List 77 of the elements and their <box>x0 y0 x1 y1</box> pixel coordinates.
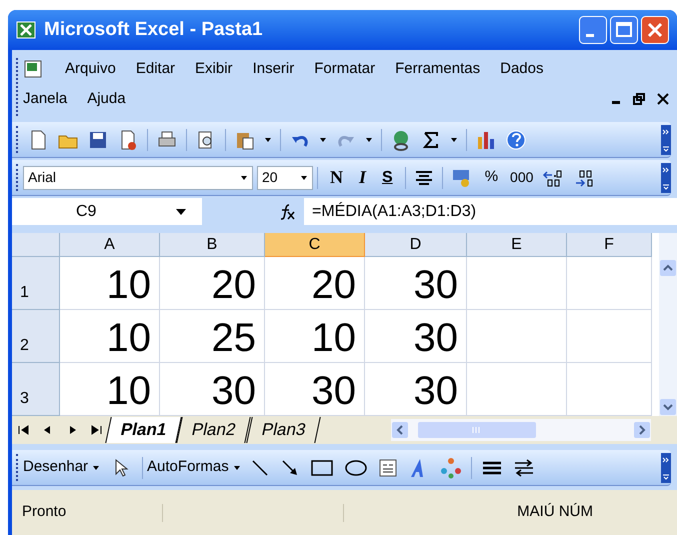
bold-button[interactable]: N <box>330 164 343 191</box>
column-header[interactable]: E <box>467 233 567 257</box>
table-cell: 10 <box>265 310 365 363</box>
diagram-icon[interactable] <box>440 456 462 478</box>
dropdown-arrow-icon[interactable] <box>319 136 327 142</box>
menu-item[interactable]: Dados <box>500 58 544 80</box>
arrow-style-icon[interactable] <box>512 458 535 478</box>
table-cell: 10 <box>60 257 160 310</box>
dropdown-arrow-icon[interactable] <box>264 136 272 142</box>
row-header[interactable]: 1 <box>12 257 60 310</box>
toolbar-options-icon[interactable] <box>661 125 671 155</box>
status-indicators: MAIÚ NÚM <box>517 502 593 522</box>
underline-button[interactable]: S <box>382 166 393 190</box>
function-icon[interactable] <box>278 202 296 220</box>
table-cell: 30 <box>365 310 467 363</box>
dropdown-arrow-icon[interactable] <box>240 174 248 180</box>
column-header[interactable]: D <box>365 233 467 257</box>
percent-button[interactable]: % <box>484 166 498 189</box>
column-header[interactable]: B <box>160 233 265 257</box>
vertical-scrollbar[interactable] <box>659 233 677 416</box>
dropdown-arrow-icon[interactable] <box>300 174 308 180</box>
toolbar-options-icon[interactable] <box>661 163 671 193</box>
dropdown-arrow-icon[interactable] <box>176 208 186 214</box>
oval-icon[interactable] <box>344 458 368 478</box>
restore-icon[interactable] <box>633 93 645 105</box>
italic-button[interactable]: I <box>359 164 366 191</box>
sheet-tab[interactable]: Plan2 <box>176 417 252 443</box>
dropdown-arrow-icon[interactable] <box>232 464 241 470</box>
status-message: Pronto <box>21 502 68 522</box>
draw-menu[interactable]: Desenhar <box>23 456 104 479</box>
first-sheet-icon[interactable] <box>17 423 31 437</box>
scroll-up-icon[interactable] <box>659 259 677 277</box>
menu-item[interactable]: Ajuda <box>87 88 126 110</box>
toolbar-options-icon[interactable] <box>661 453 671 483</box>
font-field[interactable]: Arial <box>23 166 253 190</box>
dropdown-arrow-icon[interactable] <box>450 136 458 142</box>
row-header[interactable]: 3 <box>12 363 60 416</box>
sheet-tab[interactable]: Plan3 <box>246 417 322 443</box>
arrow-icon[interactable] <box>280 458 300 478</box>
last-sheet-icon[interactable] <box>89 423 103 437</box>
menu-item[interactable]: Arquivo <box>65 58 116 80</box>
spreadsheet-icon <box>16 21 36 39</box>
table-cell: 30 <box>365 257 467 310</box>
formula-field[interactable]: =MÉDIA(A1:A3;D1:D3) <box>304 198 677 225</box>
scroll-right-icon[interactable] <box>633 421 651 439</box>
sheet-tab[interactable]: Plan1 <box>105 417 182 443</box>
table-cell: 20 <box>160 257 265 310</box>
close-icon[interactable] <box>657 93 669 105</box>
rectangle-icon[interactable] <box>310 458 334 478</box>
horizontal-scrollbar[interactable] <box>391 419 651 441</box>
menu-item[interactable]: Formatar <box>314 58 376 80</box>
table-cell: 25 <box>160 310 265 363</box>
row-header[interactable]: 2 <box>12 310 60 363</box>
name-box[interactable]: C9 <box>12 198 202 225</box>
menu-item[interactable]: Ferramentas <box>395 58 480 80</box>
column-header[interactable]: F <box>567 233 652 257</box>
maximize-icon[interactable] <box>610 16 638 44</box>
column-header[interactable]: A <box>60 233 160 257</box>
help-icon[interactable] <box>505 128 527 150</box>
autoshapes-menu[interactable]: AutoFormas <box>147 456 245 479</box>
column-header[interactable]: C <box>265 233 365 257</box>
table-cell: 10 <box>60 310 160 363</box>
dropdown-arrow-icon[interactable] <box>92 464 100 470</box>
font-size-field[interactable]: 20 <box>257 166 313 190</box>
table-cell: 20 <box>265 257 365 310</box>
scroll-down-icon[interactable] <box>659 398 677 416</box>
line-icon[interactable] <box>250 458 270 478</box>
menu-item[interactable]: Editar <box>136 58 176 80</box>
text-box-icon[interactable] <box>378 458 398 478</box>
menu-item[interactable]: Janela <box>23 88 68 110</box>
window-title: Microsoft Excel - Pasta1 <box>44 18 264 42</box>
scroll-left-icon[interactable] <box>391 421 409 439</box>
menu-item[interactable]: Inserir <box>252 58 294 80</box>
thousands-button[interactable]: 000 <box>510 167 534 188</box>
menu-item[interactable]: Exibir <box>195 58 233 80</box>
scroll-thumb-icon[interactable] <box>417 421 537 439</box>
dropdown-arrow-icon[interactable] <box>365 136 373 142</box>
